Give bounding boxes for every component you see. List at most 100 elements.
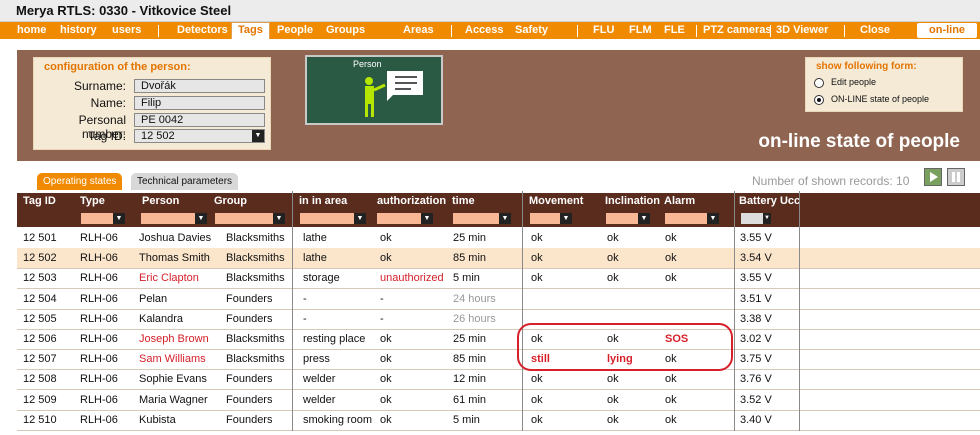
col-battery[interactable]: Battery Ucc bbox=[739, 195, 800, 207]
cell-person: Joshua Davies bbox=[139, 232, 212, 244]
menu-fle[interactable]: FLE bbox=[664, 23, 685, 39]
cell-group: Founders bbox=[226, 312, 273, 325]
col-tag-id[interactable]: Tag ID bbox=[23, 195, 56, 207]
tab-technical-parameters[interactable]: Technical parameters bbox=[131, 173, 239, 190]
personal-number-field[interactable]: PE 0042 bbox=[134, 113, 265, 127]
tag-id-select[interactable]: 12 502 ▼ bbox=[134, 129, 265, 143]
menu-separator bbox=[577, 25, 578, 37]
filter-alarm[interactable]: ▼ bbox=[664, 212, 720, 225]
menu-3d-viewer[interactable]: 3D Viewer bbox=[776, 23, 828, 39]
filter-type[interactable]: ▼ bbox=[80, 212, 126, 225]
menu-flu[interactable]: FLU bbox=[593, 23, 614, 39]
col-inclination[interactable]: Inclination bbox=[605, 195, 660, 207]
menu-users[interactable]: users bbox=[112, 23, 141, 39]
cell-move: ok bbox=[531, 272, 543, 285]
online-state-label[interactable]: ON-LINE state of people bbox=[831, 94, 929, 104]
menu-online[interactable]: on-line bbox=[917, 23, 978, 38]
cell-group: Founders bbox=[226, 373, 273, 386]
filter-battery[interactable]: ▼ bbox=[740, 212, 772, 225]
table-row[interactable]: 12 510 RLH-06 Kubista Founders smoking room o… bbox=[17, 410, 980, 431]
table-row[interactable]: 12 504 RLH-06 Pelan Founders - - 24 hours 3.51 … bbox=[17, 289, 980, 310]
cell-time: 26 hours bbox=[453, 312, 496, 325]
tag-id-value: 12 502 bbox=[141, 130, 175, 142]
table-row[interactable]: 12 509 RLH-06 Maria Wagner Founders welder ok… bbox=[17, 390, 980, 411]
online-state-radio[interactable] bbox=[814, 95, 824, 105]
cell-incl: ok bbox=[607, 373, 619, 386]
tab-operating-states[interactable]: Operating states bbox=[37, 173, 123, 190]
menu-detectors[interactable]: Detectors bbox=[177, 23, 228, 39]
pause-button[interactable] bbox=[947, 168, 965, 186]
menu-ptz-cameras[interactable]: PTZ cameras bbox=[703, 23, 771, 39]
col-in-area[interactable]: in in area bbox=[299, 195, 347, 207]
table-row[interactable]: 12 506 RLH-06 Joseph Brown Blacksmiths resti… bbox=[17, 329, 980, 350]
filter-person[interactable]: ▼ bbox=[140, 212, 208, 225]
cell-group: Founders bbox=[226, 292, 273, 305]
cell-type: RLH-06 bbox=[80, 393, 118, 406]
col-type[interactable]: Type bbox=[80, 195, 105, 207]
chevron-down-icon: ▼ bbox=[113, 213, 125, 224]
cell-time: 24 hours bbox=[453, 292, 496, 305]
col-time[interactable]: time bbox=[452, 195, 475, 207]
table-row[interactable]: 12 508 RLH-06 Sophie Evans Founders welder ok… bbox=[17, 369, 980, 391]
play-button[interactable] bbox=[924, 168, 942, 186]
cell-auth: - bbox=[380, 312, 384, 325]
person-presenting-icon bbox=[365, 71, 423, 117]
cell-time: 5 min bbox=[453, 272, 480, 285]
edit-people-radio[interactable] bbox=[814, 78, 824, 88]
menu-close[interactable]: Close bbox=[860, 23, 890, 39]
col-person[interactable]: Person bbox=[142, 195, 179, 207]
menu-groups[interactable]: Groups bbox=[326, 23, 365, 39]
menu-history[interactable]: history bbox=[60, 23, 97, 39]
page-title: on-line state of people bbox=[758, 131, 960, 152]
edit-people-label[interactable]: Edit people bbox=[831, 77, 876, 87]
cell-auth: - bbox=[380, 292, 384, 305]
filter-inclination[interactable]: ▼ bbox=[605, 212, 651, 225]
cell-person: Pelan bbox=[139, 292, 168, 305]
cell-group: Blacksmiths bbox=[226, 252, 285, 265]
menu-safety[interactable]: Safety bbox=[515, 23, 548, 39]
menu-areas[interactable]: Areas bbox=[403, 23, 434, 39]
menu-people[interactable]: People bbox=[277, 23, 313, 39]
cell-person: Kubista bbox=[139, 413, 176, 426]
cell-alarm: ok bbox=[665, 373, 677, 386]
table-row[interactable]: 12 505 RLH-06 Kalandra Founders - - 26 hours 3.… bbox=[17, 309, 980, 330]
cell-bat: 3.55 V bbox=[740, 232, 772, 244]
name-field[interactable]: Filip bbox=[134, 96, 265, 110]
cell-alarm: ok bbox=[665, 413, 677, 426]
cell-alarm: ok bbox=[665, 393, 677, 406]
menu-flm[interactable]: FLM bbox=[629, 23, 652, 39]
alert-highlight bbox=[517, 323, 733, 371]
table-row[interactable]: 12 503 RLH-06 Eric Clapton Blacksmiths stora… bbox=[17, 268, 980, 290]
cell-time: 61 min bbox=[453, 393, 487, 406]
cell-type: RLH-06 bbox=[80, 413, 118, 426]
col-alarm[interactable]: Alarm bbox=[664, 195, 695, 207]
filter-authorization[interactable]: ▼ bbox=[376, 212, 434, 225]
menu-home[interactable]: home bbox=[17, 23, 46, 39]
col-group[interactable]: Group bbox=[214, 195, 247, 207]
filter-movement[interactable]: ▼ bbox=[529, 212, 573, 225]
table-row[interactable]: 12 501 RLH-06 Joshua Davies Blacksmiths lath… bbox=[17, 228, 980, 249]
table-header: Tag ID Type Person Group in in area auth… bbox=[17, 193, 980, 209]
menu-access[interactable]: Access bbox=[465, 23, 504, 39]
col-authorization[interactable]: authorization bbox=[377, 195, 446, 207]
cell-incl: ok bbox=[607, 232, 619, 244]
table-row[interactable]: 12 502 RLH-06 Thomas Smith Blacksmiths lathe… bbox=[17, 248, 980, 270]
cell-time: 12 min bbox=[453, 373, 487, 386]
filter-area[interactable]: ▼ bbox=[299, 212, 367, 225]
filter-time[interactable]: ▼ bbox=[452, 212, 512, 225]
cell-time: 5 min bbox=[453, 413, 480, 426]
cell-type: RLH-06 bbox=[80, 333, 118, 345]
menu-tags[interactable]: Tags bbox=[231, 22, 270, 39]
cell-time: 25 min bbox=[453, 232, 487, 244]
cell-person: Eric Clapton bbox=[139, 272, 199, 285]
filter-group[interactable]: ▼ bbox=[214, 212, 286, 225]
table-row[interactable]: 12 507 RLH-06 Sam Williams Blacksmiths press… bbox=[17, 349, 980, 371]
cell-person: Kalandra bbox=[139, 312, 184, 325]
surname-label: Surname: bbox=[73, 79, 126, 93]
surname-field[interactable]: Dvořák bbox=[134, 79, 265, 93]
cell-area: welder bbox=[303, 393, 336, 406]
cell-incl: ok bbox=[607, 393, 619, 406]
col-movement[interactable]: Movement bbox=[529, 195, 583, 207]
chevron-down-icon: ▼ bbox=[195, 213, 207, 224]
cell-group: Blacksmiths bbox=[226, 232, 285, 244]
